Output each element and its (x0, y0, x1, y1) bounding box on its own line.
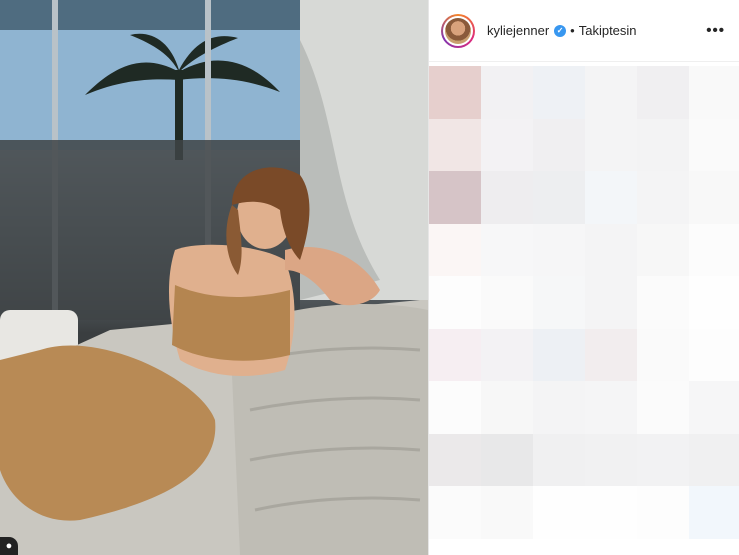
blur-cell (533, 118, 585, 171)
blur-cell (637, 486, 689, 539)
blur-cell (585, 171, 637, 224)
post-header: kyliejenner ✓ • Takiptesin ••• (429, 0, 739, 62)
blur-cell (689, 171, 739, 224)
blur-cell (585, 433, 637, 486)
separator-dot: • (570, 23, 575, 38)
blur-cell (637, 433, 689, 486)
avatar[interactable] (441, 13, 475, 48)
blur-cell (637, 381, 689, 434)
blur-cell (481, 171, 533, 224)
blur-cell (585, 66, 637, 119)
tagged-user-icon[interactable]: ● (0, 537, 18, 555)
blur-cell (429, 223, 481, 276)
blur-cell (585, 118, 637, 171)
blur-cell (637, 118, 689, 171)
blur-cell (429, 276, 481, 329)
blur-cell (481, 381, 533, 434)
blur-cell (585, 381, 637, 434)
blur-cell (689, 223, 739, 276)
blur-cell (533, 328, 585, 381)
blur-cell (481, 118, 533, 171)
verified-badge-icon: ✓ (554, 24, 567, 37)
blur-cell (689, 276, 739, 329)
blur-cell (637, 223, 689, 276)
blur-cell (637, 328, 689, 381)
photo-illustration (0, 0, 428, 555)
blur-cell (637, 276, 689, 329)
avatar-image (445, 17, 471, 44)
username-link[interactable]: kyliejenner (487, 23, 549, 38)
blur-cell (585, 328, 637, 381)
blur-cell (533, 66, 585, 119)
blur-cell (481, 66, 533, 119)
post-photo[interactable]: ● (0, 0, 428, 555)
blur-cell (689, 381, 739, 434)
blurred-comments-area (429, 66, 739, 555)
blur-cell (533, 171, 585, 224)
blur-cell (689, 66, 739, 119)
blur-cell (429, 381, 481, 434)
blur-cell (429, 171, 481, 224)
blur-cell (429, 433, 481, 486)
blur-cell (481, 223, 533, 276)
blur-cell (689, 118, 739, 171)
blur-cell (585, 223, 637, 276)
blur-cell (429, 486, 481, 539)
blur-cell (429, 66, 481, 119)
blur-cell (585, 486, 637, 539)
blur-cell (481, 486, 533, 539)
blur-cell (533, 486, 585, 539)
blur-cell (533, 223, 585, 276)
blur-cell (637, 66, 689, 119)
follow-status[interactable]: Takiptesin (579, 23, 637, 38)
blur-cell (533, 276, 585, 329)
blur-cell (481, 433, 533, 486)
blur-cell (481, 328, 533, 381)
blur-cell (533, 381, 585, 434)
blur-cell (637, 171, 689, 224)
more-horizontal-icon[interactable]: ••• (706, 22, 725, 39)
blur-cell (689, 486, 739, 539)
blur-cell (585, 276, 637, 329)
blur-cell (429, 328, 481, 381)
blur-cell (689, 328, 739, 381)
blur-cell (429, 118, 481, 171)
blur-cell (481, 276, 533, 329)
blur-cell (689, 433, 739, 486)
post-side-panel: kyliejenner ✓ • Takiptesin ••• (428, 0, 739, 555)
blur-cell (533, 433, 585, 486)
